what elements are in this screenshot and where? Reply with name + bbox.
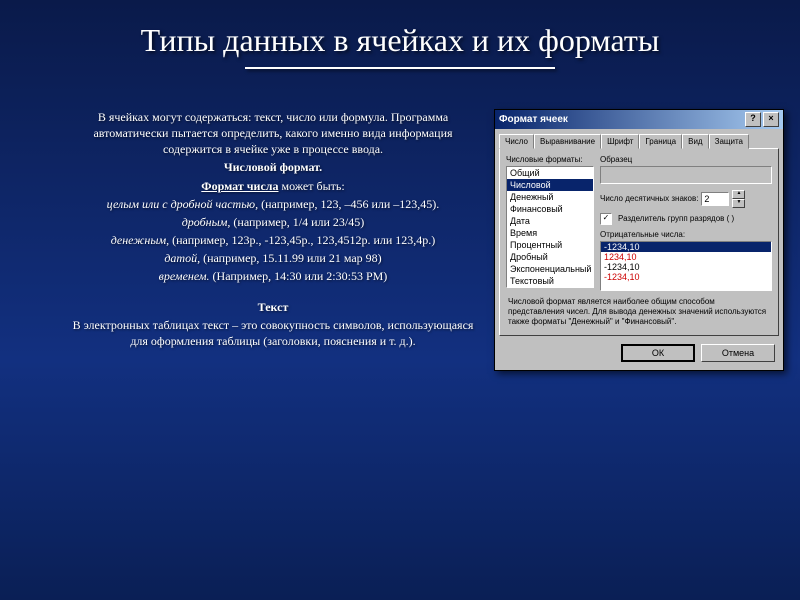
format-item-selected[interactable]: Числовой <box>507 179 593 191</box>
formats-listbox[interactable]: Общий Числовой Денежный Финансовый Дата … <box>506 166 594 288</box>
tab-font[interactable]: Шрифт <box>601 134 639 149</box>
numfmt-lead: Формат числа может быть: <box>68 178 478 194</box>
numfmt-heading: Числовой формат. <box>68 159 478 175</box>
line-time: временем. (Например, 14:30 или 2:30:53 P… <box>68 268 478 284</box>
ok-button[interactable]: ОК <box>621 344 695 362</box>
tab-view[interactable]: Вид <box>682 134 708 149</box>
separator-checkbox[interactable]: ✓ <box>600 213 612 225</box>
format-item[interactable]: Дата <box>507 215 593 227</box>
line-currency: денежным, (например, 123р., -123,45р., 1… <box>68 232 478 248</box>
decimals-spinner[interactable]: ▲▼ <box>732 190 745 208</box>
format-item[interactable]: Дробный <box>507 251 593 263</box>
format-item[interactable]: Текстовый <box>507 275 593 287</box>
down-icon[interactable]: ▼ <box>732 199 745 208</box>
negative-item[interactable]: 1234,10 <box>601 252 771 262</box>
separator-label: Разделитель групп разрядов ( ) <box>618 214 734 223</box>
line-date: датой, (например, 15.11.99 или 21 мар 98… <box>68 250 478 266</box>
format-item[interactable]: Дополнительный <box>507 287 593 288</box>
sample-label: Образец <box>600 155 772 164</box>
negative-listbox[interactable]: -1234,10 1234,10 -1234,10 -1234,10 <box>600 241 772 291</box>
text-column: В ячейках могут содержаться: текст, числ… <box>68 109 478 371</box>
format-item[interactable]: Время <box>507 227 593 239</box>
slide-title: Типы данных в ячейках и их форматы <box>0 0 800 67</box>
decimals-row: Число десятичных знаков: 2 ▲▼ <box>600 190 772 208</box>
tab-border[interactable]: Граница <box>639 134 682 149</box>
up-icon[interactable]: ▲ <box>732 190 745 199</box>
format-item[interactable]: Процентный <box>507 239 593 251</box>
decimals-input[interactable]: 2 <box>701 192 729 206</box>
negative-label: Отрицательные числа: <box>600 230 772 239</box>
close-button[interactable]: × <box>763 112 779 127</box>
negative-item[interactable]: -1234,10 <box>601 242 771 252</box>
format-item[interactable]: Общий <box>507 167 593 179</box>
dialog-titlebar: Формат ячеек ? × <box>495 110 783 129</box>
tab-panel: Числовые форматы: Общий Числовой Денежны… <box>499 148 779 336</box>
tab-protection[interactable]: Защита <box>709 134 749 149</box>
format-description: Числовой формат является наиболее общим … <box>508 297 770 327</box>
sample-box <box>600 166 772 184</box>
tabstrip: Число Выравнивание Шрифт Граница Вид Защ… <box>495 129 783 148</box>
formats-label: Числовые форматы: <box>506 155 594 164</box>
slide: Типы данных в ячейках и их форматы В яче… <box>0 0 800 600</box>
decimals-label: Число десятичных знаков: <box>600 194 698 203</box>
format-item[interactable]: Финансовый <box>507 203 593 215</box>
options-column: Образец Число десятичных знаков: 2 ▲▼ ✓ … <box>600 155 772 291</box>
intro-text: В ячейках могут содержаться: текст, числ… <box>68 109 478 158</box>
dialog-title: Формат ячеек <box>499 114 743 125</box>
panel-row: Числовые форматы: Общий Числовой Денежны… <box>506 155 772 291</box>
format-item[interactable]: Экспоненциальный <box>507 263 593 275</box>
format-cells-dialog: Формат ячеек ? × Число Выравнивание Шриф… <box>494 109 784 371</box>
negative-item[interactable]: -1234,10 <box>601 272 771 282</box>
line-integer: целым или с дробной частью, (например, 1… <box>68 196 478 212</box>
help-button[interactable]: ? <box>745 112 761 127</box>
separator-row: ✓ Разделитель групп разрядов ( ) <box>600 213 772 225</box>
tab-alignment[interactable]: Выравнивание <box>534 134 601 149</box>
format-item[interactable]: Денежный <box>507 191 593 203</box>
negative-item[interactable]: -1234,10 <box>601 262 771 272</box>
dialog-buttons: ОК Отмена <box>495 340 783 370</box>
cancel-button[interactable]: Отмена <box>701 344 775 362</box>
text-body: В электронных таблицах текст – это совок… <box>68 317 478 349</box>
content-row: В ячейках могут содержаться: текст, числ… <box>0 69 800 371</box>
text-heading: Текст <box>68 299 478 315</box>
formats-column: Числовые форматы: Общий Числовой Денежны… <box>506 155 594 291</box>
tab-number[interactable]: Число <box>499 134 534 149</box>
line-fraction: дробным, (например, 1/4 или 23/45) <box>68 214 478 230</box>
